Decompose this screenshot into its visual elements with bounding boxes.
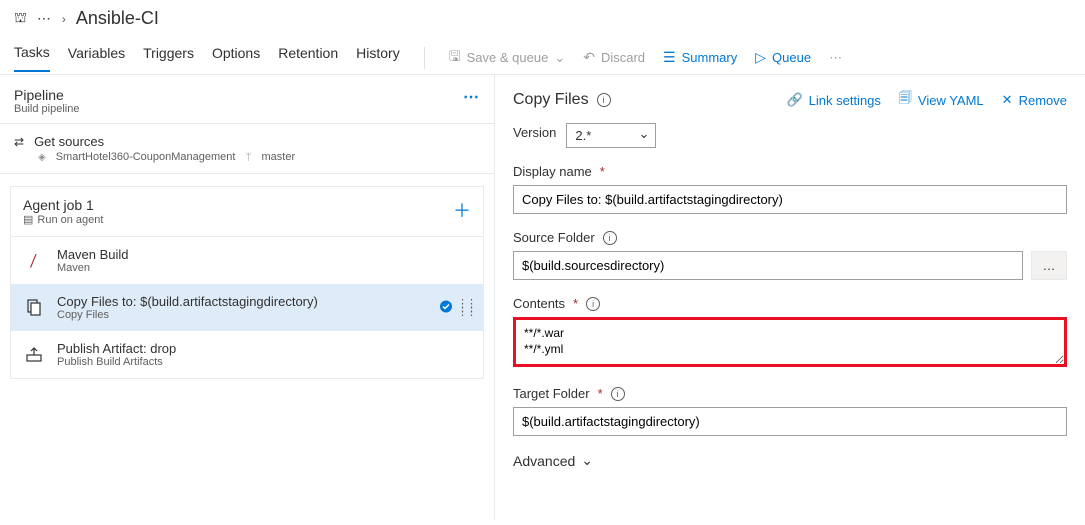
right-panel: Copy Files i 🔗 Link settings 🗐 View YAML… <box>495 75 1085 520</box>
agent-icon: ▤ <box>23 213 33 226</box>
info-icon[interactable]: i <box>611 387 625 401</box>
save-queue-button[interactable]: 🖫 Save & queue ⌄ <box>449 46 566 70</box>
agent-job-header[interactable]: Agent job 1 ▤ Run on agent ＋ <box>11 187 483 237</box>
tab-triggers[interactable]: Triggers <box>143 45 194 71</box>
task-copy-files-wrap: Copy Files to: $(build.artifactstagingdi… <box>11 284 483 331</box>
discard-label: Discard <box>601 50 645 65</box>
queue-button[interactable]: ▷ Queue <box>755 49 811 66</box>
pipeline-more-icon[interactable]: ⋯ <box>463 87 480 107</box>
contents-label: Contents* i <box>513 296 1067 311</box>
source-folder-input[interactable] <box>513 251 1023 280</box>
task-subtitle: Maven <box>57 262 129 274</box>
repo-name: SmartHotel360-CouponManagement <box>56 151 236 163</box>
info-icon[interactable]: i <box>586 297 600 311</box>
pipeline-title: Pipeline <box>14 87 79 103</box>
publish-icon <box>23 344 45 366</box>
display-name-label: Display name* <box>513 164 1067 179</box>
chevron-down-icon: ⌄ <box>581 452 593 469</box>
maven-icon: ∕ <box>21 248 46 273</box>
left-panel: Pipeline Build pipeline ⋯ ⇄ Get sources … <box>0 75 495 520</box>
display-name-input[interactable] <box>513 185 1067 214</box>
contents-textarea[interactable] <box>513 317 1067 367</box>
add-task-button[interactable]: ＋ <box>453 197 471 223</box>
tab-bar: Tasks Variables Triggers Options Retenti… <box>0 31 1085 75</box>
close-icon: ✕ <box>1002 92 1013 108</box>
pipeline-subtitle: Build pipeline <box>14 103 79 115</box>
tab-tasks[interactable]: Tasks <box>14 44 50 72</box>
queue-label: Queue <box>772 50 811 65</box>
target-folder-label: Target Folder* i <box>513 386 1067 401</box>
version-label: Version <box>513 125 556 140</box>
browse-button[interactable]: … <box>1031 251 1067 280</box>
task-publish[interactable]: Publish Artifact: drop Publish Build Art… <box>11 331 483 378</box>
summary-label: Summary <box>682 50 738 65</box>
save-queue-label: Save & queue <box>467 50 549 65</box>
task-title: Publish Artifact: drop <box>57 341 176 356</box>
remove-task[interactable]: ✕ Remove <box>1002 89 1067 111</box>
pipeline-icon: ⛫ <box>14 9 27 28</box>
link-settings[interactable]: 🔗 Link settings <box>786 89 880 111</box>
tab-retention[interactable]: Retention <box>278 45 338 71</box>
task-copy-files[interactable]: Copy Files to: $(build.artifactstagingdi… <box>11 284 483 331</box>
info-icon[interactable]: i <box>603 231 617 245</box>
summary-button[interactable]: ☰ Summary <box>663 49 737 66</box>
task-subtitle: Publish Build Artifacts <box>57 356 176 368</box>
tab-options[interactable]: Options <box>212 45 260 71</box>
branch-name: master <box>261 151 295 163</box>
view-yaml[interactable]: 🗐 View YAML <box>899 89 984 111</box>
chevron-right-icon: › <box>62 12 66 26</box>
breadcrumb-ellipsis[interactable]: ⋯ <box>37 10 52 27</box>
agent-job-subtitle: ▤ Run on agent <box>23 213 103 226</box>
get-sources-label: Get sources <box>34 134 104 149</box>
repo-icon: ◈ <box>38 152 46 163</box>
page-title: Ansible-CI <box>76 8 159 29</box>
chevron-down-icon: ⌄ <box>554 50 565 66</box>
list-icon: ☰ <box>663 49 676 66</box>
version-select[interactable]: 2.* <box>566 123 656 148</box>
source-folder-label: Source Folder i <box>513 230 1067 245</box>
section-title: Copy Files i <box>513 91 611 109</box>
target-folder-input[interactable] <box>513 407 1067 436</box>
sources-icon: ⇄ <box>14 135 24 149</box>
info-icon[interactable]: i <box>597 93 611 107</box>
breadcrumb: ⛫ ⋯ › Ansible-CI <box>0 0 1085 31</box>
branch-icon: ᛘ <box>245 152 251 163</box>
agent-job: Agent job 1 ▤ Run on agent ＋ ∕ Maven Bui… <box>10 186 484 379</box>
task-title: Copy Files to: $(build.artifactstagingdi… <box>57 294 318 309</box>
copy-icon <box>23 297 45 319</box>
agent-job-title: Agent job 1 <box>23 197 103 213</box>
task-title: Maven Build <box>57 247 129 262</box>
get-sources[interactable]: ⇄ Get sources ◈ SmartHotel360-CouponMana… <box>0 124 494 174</box>
undo-icon: ↶ <box>583 49 595 66</box>
link-icon: 🔗 <box>786 92 802 108</box>
advanced-section[interactable]: Advanced ⌄ <box>513 452 1085 469</box>
discard-button[interactable]: ↶ Discard <box>583 49 645 66</box>
tab-history[interactable]: History <box>356 45 400 71</box>
yaml-icon: 🗐 <box>899 89 912 111</box>
play-icon: ▷ <box>755 49 766 66</box>
task-maven[interactable]: ∕ Maven Build Maven <box>11 237 483 284</box>
save-icon: 🖫 <box>449 46 461 70</box>
drag-handle-icon[interactable]: ⋮⋮⋮⋮⋮⋮ <box>457 302 475 314</box>
pipeline-header[interactable]: Pipeline Build pipeline ⋯ <box>0 81 494 124</box>
more-menu[interactable]: ⋯ <box>829 50 842 66</box>
task-subtitle: Copy Files <box>57 309 318 321</box>
check-icon <box>439 299 453 316</box>
separator <box>424 47 425 69</box>
tab-variables[interactable]: Variables <box>68 45 125 71</box>
